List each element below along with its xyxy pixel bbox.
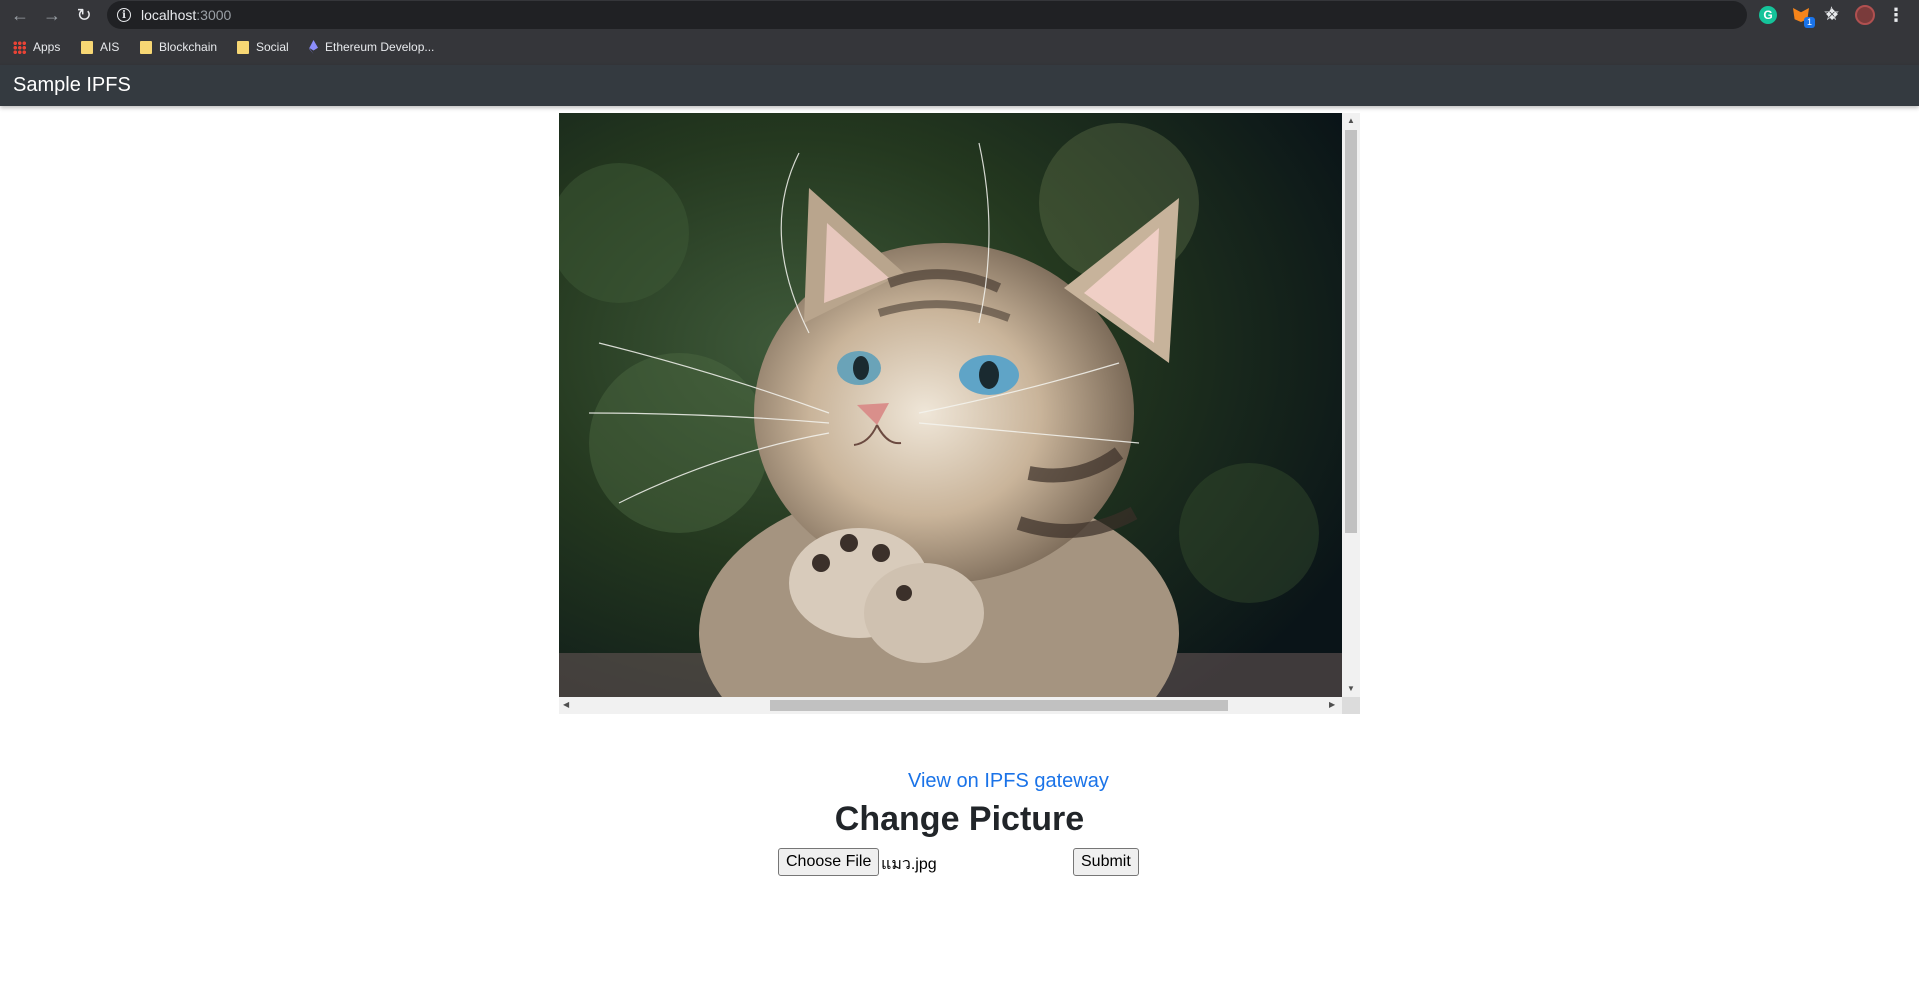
address-bar[interactable]: i localhost:3000 ☆	[107, 1, 1840, 29]
vertical-scroll-thumb[interactable]	[1345, 130, 1357, 533]
browser-chrome: ← → ↻ i localhost:3000 ☆ G 1 ❖ ⋮ Apps AI…	[0, 0, 1919, 65]
horizontal-scrollbar[interactable]: ◀ ▶	[559, 697, 1342, 714]
folder-icon	[237, 40, 249, 54]
url-host: localhost	[141, 7, 197, 23]
scroll-up-arrow-icon[interactable]: ▲	[1347, 117, 1355, 125]
bookmark-label: AIS	[100, 40, 120, 54]
choose-file-button[interactable]: Choose File	[778, 848, 880, 876]
url-port: :3000	[196, 7, 232, 23]
extensions-puzzle-icon[interactable]: ❖	[1823, 6, 1841, 24]
bookmark-label: Ethereum Develop...	[325, 40, 435, 54]
submit-button[interactable]: Submit	[1073, 848, 1139, 876]
metamask-extension-icon[interactable]: 1	[1792, 6, 1815, 28]
browser-toolbar: ← → ↻ i localhost:3000 ☆ G 1 ❖ ⋮	[0, 0, 1919, 30]
navbar-brand[interactable]: Sample IPFS	[13, 74, 131, 97]
grammarly-extension-icon[interactable]: G	[1759, 6, 1777, 24]
address-url[interactable]: localhost:3000	[141, 7, 231, 23]
bookmark-label: Blockchain	[159, 40, 218, 54]
info-icon[interactable]: i	[117, 8, 131, 22]
apps-grid-icon	[13, 40, 26, 54]
horizontal-scroll-thumb[interactable]	[770, 700, 1228, 711]
bookmark-social[interactable]: Social	[237, 39, 289, 55]
scroll-right-arrow-icon[interactable]: ▶	[1329, 701, 1335, 709]
ethereum-icon	[309, 40, 318, 54]
ipfs-gateway-link[interactable]: View on IPFS gateway	[908, 770, 1109, 793]
bookmarks-bar: Apps AIS Blockchain Social Ethereum Deve…	[0, 31, 1919, 63]
extension-badge: 1	[1803, 17, 1815, 28]
bookmark-label: Apps	[33, 40, 61, 54]
browser-menu-icon[interactable]: ⋮	[1887, 5, 1905, 25]
folder-icon	[81, 40, 93, 54]
page-title: Change Picture	[834, 800, 1085, 838]
bookmark-apps[interactable]: Apps	[13, 39, 60, 55]
scroll-down-arrow-icon[interactable]: ▼	[1347, 685, 1355, 693]
cat-photo-graphic	[559, 113, 1342, 697]
back-icon[interactable]: ←	[8, 3, 32, 27]
vertical-scrollbar[interactable]: ▲ ▼	[1342, 113, 1360, 697]
bookmark-label: Social	[256, 40, 289, 54]
selected-file-name: แมว.jpg	[881, 856, 937, 873]
bookmark-ais[interactable]: AIS	[81, 39, 119, 55]
bookmark-blockchain[interactable]: Blockchain	[140, 39, 217, 55]
app-navbar: Sample IPFS	[0, 65, 1919, 106]
image-viewer: ▲ ▼ ◀ ▶	[559, 113, 1360, 714]
profile-avatar[interactable]	[1855, 5, 1875, 25]
forward-icon[interactable]: →	[40, 3, 64, 27]
reload-icon[interactable]: ↻	[72, 3, 96, 27]
scrollbar-corner	[1342, 697, 1360, 714]
folder-icon	[140, 40, 152, 54]
bookmark-ethereum[interactable]: Ethereum Develop...	[309, 39, 434, 55]
scroll-left-arrow-icon[interactable]: ◀	[563, 701, 569, 709]
cat-photo	[559, 113, 1342, 697]
